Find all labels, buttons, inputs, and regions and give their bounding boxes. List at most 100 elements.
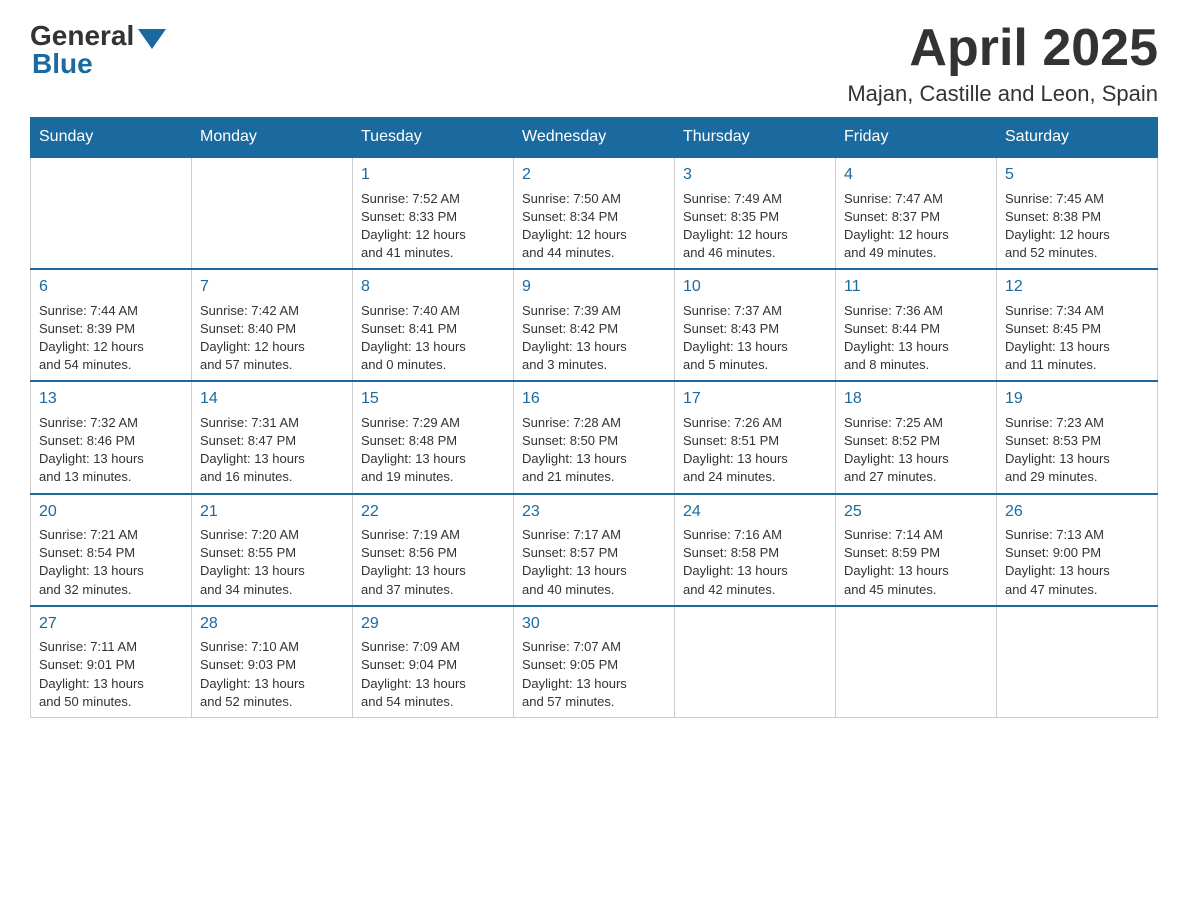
- day-number: 14: [200, 388, 344, 410]
- day-info: and 8 minutes.: [844, 356, 988, 374]
- day-info: Sunset: 9:03 PM: [200, 656, 344, 674]
- day-info: Sunrise: 7:47 AM: [844, 190, 988, 208]
- day-info: Daylight: 12 hours: [200, 338, 344, 356]
- day-info: Sunset: 9:05 PM: [522, 656, 666, 674]
- day-info: Sunset: 8:53 PM: [1005, 432, 1149, 450]
- day-number: 24: [683, 501, 827, 523]
- day-info: and 50 minutes.: [39, 693, 183, 711]
- calendar-cell: 27Sunrise: 7:11 AMSunset: 9:01 PMDayligh…: [31, 606, 192, 718]
- day-number: 26: [1005, 501, 1149, 523]
- day-info: Sunrise: 7:25 AM: [844, 414, 988, 432]
- day-number: 25: [844, 501, 988, 523]
- day-info: and 13 minutes.: [39, 468, 183, 486]
- calendar-cell: 12Sunrise: 7:34 AMSunset: 8:45 PMDayligh…: [997, 269, 1158, 381]
- day-info: Daylight: 13 hours: [683, 562, 827, 580]
- day-number: 9: [522, 276, 666, 298]
- calendar-header-row: SundayMondayTuesdayWednesdayThursdayFrid…: [31, 118, 1158, 158]
- day-info: and 45 minutes.: [844, 581, 988, 599]
- day-info: Sunset: 8:59 PM: [844, 544, 988, 562]
- day-info: and 0 minutes.: [361, 356, 505, 374]
- calendar-cell: 29Sunrise: 7:09 AMSunset: 9:04 PMDayligh…: [353, 606, 514, 718]
- day-info: Sunset: 9:04 PM: [361, 656, 505, 674]
- day-info: Sunrise: 7:16 AM: [683, 526, 827, 544]
- weekday-header-tuesday: Tuesday: [353, 118, 514, 158]
- day-info: Daylight: 13 hours: [683, 450, 827, 468]
- day-info: Sunset: 8:38 PM: [1005, 208, 1149, 226]
- weekday-header-saturday: Saturday: [997, 118, 1158, 158]
- week-row-4: 20Sunrise: 7:21 AMSunset: 8:54 PMDayligh…: [31, 494, 1158, 606]
- day-info: Sunrise: 7:10 AM: [200, 638, 344, 656]
- day-info: Sunrise: 7:42 AM: [200, 302, 344, 320]
- calendar-cell: 6Sunrise: 7:44 AMSunset: 8:39 PMDaylight…: [31, 269, 192, 381]
- calendar-cell: 8Sunrise: 7:40 AMSunset: 8:41 PMDaylight…: [353, 269, 514, 381]
- day-info: and 52 minutes.: [1005, 244, 1149, 262]
- day-info: Sunrise: 7:39 AM: [522, 302, 666, 320]
- day-number: 18: [844, 388, 988, 410]
- day-number: 21: [200, 501, 344, 523]
- day-number: 19: [1005, 388, 1149, 410]
- day-info: Sunrise: 7:28 AM: [522, 414, 666, 432]
- weekday-header-friday: Friday: [836, 118, 997, 158]
- calendar-cell: [31, 157, 192, 269]
- calendar-cell: 25Sunrise: 7:14 AMSunset: 8:59 PMDayligh…: [836, 494, 997, 606]
- day-info: Sunrise: 7:26 AM: [683, 414, 827, 432]
- day-info: Daylight: 13 hours: [1005, 338, 1149, 356]
- day-info: Sunset: 8:47 PM: [200, 432, 344, 450]
- day-info: Sunset: 8:41 PM: [361, 320, 505, 338]
- day-info: Daylight: 13 hours: [39, 675, 183, 693]
- day-info: and 29 minutes.: [1005, 468, 1149, 486]
- calendar-cell: [836, 606, 997, 718]
- day-info: Sunset: 8:33 PM: [361, 208, 505, 226]
- day-info: and 42 minutes.: [683, 581, 827, 599]
- logo: General Blue: [30, 20, 166, 80]
- day-info: Sunrise: 7:09 AM: [361, 638, 505, 656]
- day-info: Sunrise: 7:13 AM: [1005, 526, 1149, 544]
- week-row-2: 6Sunrise: 7:44 AMSunset: 8:39 PMDaylight…: [31, 269, 1158, 381]
- day-info: Daylight: 12 hours: [39, 338, 183, 356]
- day-info: Daylight: 13 hours: [522, 338, 666, 356]
- weekday-header-wednesday: Wednesday: [514, 118, 675, 158]
- day-info: Sunset: 8:43 PM: [683, 320, 827, 338]
- calendar-cell: 14 Sunrise: 7:31 AMSunset: 8:47 PMDayligh…: [192, 381, 353, 493]
- calendar-cell: 24Sunrise: 7:16 AMSunset: 8:58 PMDayligh…: [675, 494, 836, 606]
- day-info: and 54 minutes.: [361, 693, 505, 711]
- day-info: Sunrise: 7:20 AM: [200, 526, 344, 544]
- day-info: Daylight: 13 hours: [200, 450, 344, 468]
- day-info: and 52 minutes.: [200, 693, 344, 711]
- day-info: and 46 minutes.: [683, 244, 827, 262]
- day-info: Sunrise: 7:19 AM: [361, 526, 505, 544]
- day-info: Daylight: 13 hours: [200, 675, 344, 693]
- day-info: Sunrise: 7:31 AM: [200, 414, 344, 432]
- calendar-cell: 5Sunrise: 7:45 AMSunset: 8:38 PMDaylight…: [997, 157, 1158, 269]
- calendar-cell: 10Sunrise: 7:37 AMSunset: 8:43 PMDayligh…: [675, 269, 836, 381]
- calendar-cell: [192, 157, 353, 269]
- calendar-cell: 18Sunrise: 7:25 AMSunset: 8:52 PMDayligh…: [836, 381, 997, 493]
- calendar-cell: [997, 606, 1158, 718]
- day-info: Sunrise: 7:21 AM: [39, 526, 183, 544]
- day-info: and 54 minutes.: [39, 356, 183, 374]
- day-number: 29: [361, 613, 505, 635]
- calendar-cell: 17Sunrise: 7:26 AMSunset: 8:51 PMDayligh…: [675, 381, 836, 493]
- day-number: 23: [522, 501, 666, 523]
- day-info: Sunrise: 7:44 AM: [39, 302, 183, 320]
- day-info: Sunrise: 7:45 AM: [1005, 190, 1149, 208]
- month-title: April 2025: [847, 20, 1158, 77]
- day-info: Daylight: 13 hours: [844, 338, 988, 356]
- day-info: Daylight: 12 hours: [844, 226, 988, 244]
- day-info: and 21 minutes.: [522, 468, 666, 486]
- day-info: Sunrise: 7:17 AM: [522, 526, 666, 544]
- day-info: Sunset: 8:56 PM: [361, 544, 505, 562]
- day-number: 10: [683, 276, 827, 298]
- day-info: Sunrise: 7:32 AM: [39, 414, 183, 432]
- day-info: Sunrise: 7:36 AM: [844, 302, 988, 320]
- day-info: and 47 minutes.: [1005, 581, 1149, 599]
- day-info: Sunset: 8:51 PM: [683, 432, 827, 450]
- day-info: Sunrise: 7:23 AM: [1005, 414, 1149, 432]
- calendar-cell: 3Sunrise: 7:49 AMSunset: 8:35 PMDaylight…: [675, 157, 836, 269]
- day-info: and 32 minutes.: [39, 581, 183, 599]
- day-number: 1: [361, 164, 505, 186]
- day-info: Daylight: 13 hours: [39, 450, 183, 468]
- day-info: Sunset: 8:34 PM: [522, 208, 666, 226]
- calendar-cell: 1Sunrise: 7:52 AMSunset: 8:33 PMDaylight…: [353, 157, 514, 269]
- day-info: Sunset: 8:55 PM: [200, 544, 344, 562]
